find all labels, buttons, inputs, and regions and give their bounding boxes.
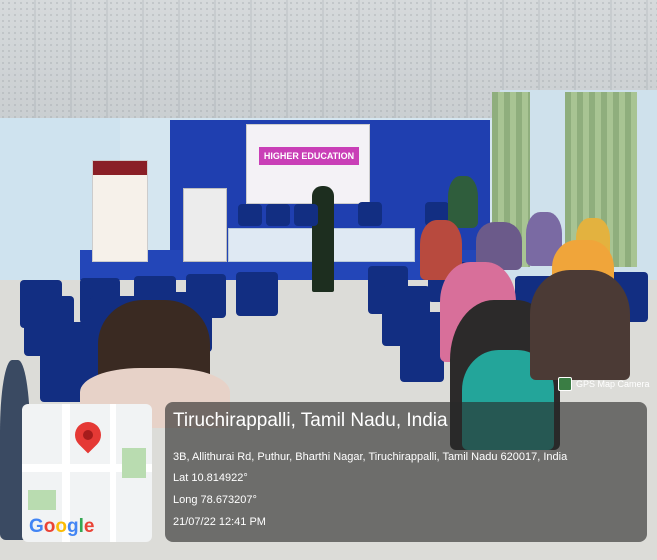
seated-guest bbox=[448, 176, 478, 228]
location-datetime: 21/07/22 12:41 PM bbox=[173, 516, 266, 528]
location-title: Tiruchirappalli, Tamil Nadu, India bbox=[173, 410, 448, 431]
stage-chair bbox=[266, 204, 290, 226]
audience-member bbox=[530, 270, 630, 380]
stage-chair bbox=[238, 204, 262, 226]
podium bbox=[183, 188, 227, 262]
location-address: 3B, Allithurai Rd, Puthur, Bharthi Nagar… bbox=[173, 451, 568, 463]
audience-chair bbox=[236, 272, 278, 316]
map-thumbnail: Google bbox=[22, 404, 152, 542]
classroom-photo: HIGHER EDUCATION GPS Map Camera Tiruchir… bbox=[0, 0, 657, 560]
gps-app-name: GPS Map Camera bbox=[576, 379, 650, 389]
google-logo: Google bbox=[29, 516, 95, 537]
gps-app-tag: GPS Map Camera bbox=[558, 377, 650, 391]
banner-header bbox=[93, 161, 147, 175]
stage-chair bbox=[294, 204, 318, 226]
map-park bbox=[122, 448, 146, 478]
map-pin-dot bbox=[83, 430, 93, 440]
audience-chair bbox=[400, 312, 444, 382]
speaker-person bbox=[312, 186, 334, 292]
location-latitude: Lat 10.814922° bbox=[173, 472, 248, 484]
standee-banner bbox=[92, 160, 148, 262]
projector-screen: HIGHER EDUCATION bbox=[246, 124, 370, 204]
map-park bbox=[28, 490, 56, 510]
stage-chair bbox=[358, 202, 382, 226]
location-longitude: Long 78.673207° bbox=[173, 494, 257, 506]
gps-camera-icon bbox=[558, 377, 572, 391]
screen-slide-title: HIGHER EDUCATION bbox=[259, 147, 359, 165]
map-road bbox=[110, 404, 116, 542]
